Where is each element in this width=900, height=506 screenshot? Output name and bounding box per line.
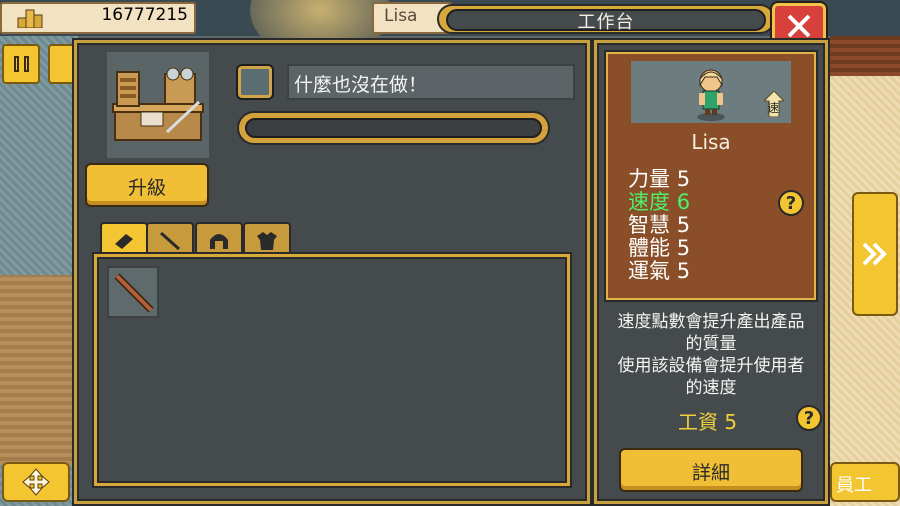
- description-line: 的速度: [685, 378, 737, 398]
- auto-work-checkbox[interactable]: [238, 66, 272, 98]
- tab-helmet[interactable]: [195, 222, 243, 258]
- double-chevron-right-icon: [862, 242, 887, 266]
- inventory-grid: [94, 254, 570, 486]
- pause-icon-bar: [24, 56, 29, 72]
- dpad-icon: [22, 468, 50, 496]
- stat-wisdom-label: 智慧: [628, 213, 670, 237]
- stat-luck-label: 運氣: [628, 259, 670, 283]
- inventory-slot[interactable]: [107, 266, 159, 318]
- stat-wisdom: 智慧 5: [628, 214, 690, 237]
- whetstone-icon: [115, 234, 133, 249]
- wage-label: 工資 5: [678, 410, 738, 434]
- background-wood-floor: [0, 275, 78, 465]
- status-text: 什麼也沒在做！: [294, 74, 428, 96]
- stat-wisdom-value: 5: [676, 213, 691, 237]
- stat-strength-label: 力量: [628, 167, 670, 191]
- upgrade-button-label: 升級: [127, 177, 166, 199]
- next-page-button[interactable]: [852, 192, 898, 316]
- description-line: 速度點數會提升產出產品: [617, 312, 805, 332]
- wage-help-button[interactable]: ?: [796, 405, 822, 431]
- stat-strength-value: 5: [676, 167, 691, 191]
- pause-icon: [14, 56, 19, 72]
- coin-stack-icon: [16, 6, 46, 29]
- armor-icon: [257, 232, 277, 250]
- employee-button-label: 員工: [836, 475, 872, 496]
- stat-speed-value: 6: [676, 190, 691, 214]
- stat-stamina-value: 5: [676, 236, 691, 260]
- staff-icon: [160, 231, 180, 251]
- character-name-tab-label: Lisa: [384, 6, 418, 26]
- window-title: 工作台: [577, 12, 635, 33]
- character-name: Lisa: [691, 130, 731, 154]
- stat-luck: 運氣 5: [628, 260, 690, 283]
- stat-luck-value: 5: [676, 259, 691, 283]
- pause-button[interactable]: [2, 44, 40, 84]
- stat-speed: 速度 6: [628, 191, 690, 214]
- speech-bubble-text: 速: [767, 101, 780, 115]
- move-button[interactable]: [2, 462, 70, 502]
- description-line: 使用該設備會提升使用者: [617, 356, 805, 376]
- description-line: 的質量: [685, 334, 737, 354]
- helmet-icon: [210, 234, 228, 249]
- stat-speed-label: 速度: [628, 190, 670, 214]
- tab-armor[interactable]: [243, 222, 291, 258]
- work-progress-track: [245, 118, 542, 138]
- coin-value: 16777215: [101, 5, 188, 25]
- details-button-label: 詳細: [691, 462, 730, 484]
- speed-speech-bubble: 速: [764, 91, 784, 117]
- tab-staff[interactable]: [146, 222, 194, 258]
- close-icon: [787, 14, 811, 38]
- background-roof: [830, 36, 900, 76]
- stat-stamina-label: 體能: [628, 236, 670, 260]
- tab-whetstone[interactable]: [100, 222, 148, 258]
- workbench-portrait: [107, 52, 209, 158]
- wooden-staff-icon: [114, 273, 154, 313]
- stat-strength: 力量 5: [628, 168, 690, 191]
- stats-help-button[interactable]: ?: [778, 190, 804, 216]
- workbench-icon: [112, 67, 204, 141]
- stat-stamina: 體能 5: [628, 237, 690, 260]
